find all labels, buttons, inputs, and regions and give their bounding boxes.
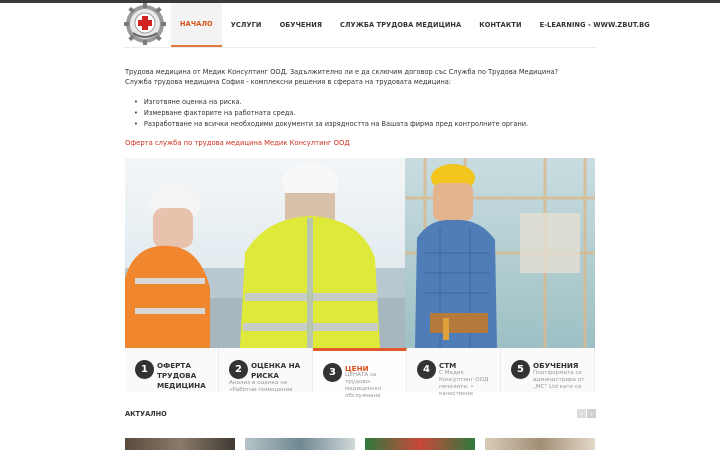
services-list: Изготвяне оценка на риска. Измерване фак… [134,97,528,130]
step-number: 3 [323,363,342,382]
step-trainings[interactable]: 5 ОБУЧЕНИЯ Платформата се администрира о… [501,348,595,392]
step-title: ОЦЕНКА НА РИСКА [251,361,301,380]
hero-image [125,158,595,348]
step-stm[interactable]: 4 СТМ С Медик Консултинг ООД печелите: •… [407,348,501,397]
step-number: 5 [511,360,530,379]
step-desc: Платформата се администрира от „МС" Ltd … [533,370,585,390]
company-logo[interactable] [124,3,166,45]
step-title: ОФЕРТА ТРУДОВА МЕДИЦИНА [157,361,206,390]
step-risk-assessment[interactable]: 2 ОЦЕНКА НА РИСКА Анализ и оценка на «Ра… [219,348,313,393]
step-desc: Анализ и оценка на «Работни помещения [229,380,293,393]
step-desc: ЦЕНАТА за трудово-медицинско обслужване [345,372,382,399]
intro-line-2: Служба трудова медицина София - комплекс… [125,78,452,86]
list-item: Измерване факторите на работната среда. [134,108,528,119]
offer-link[interactable]: Оферта служба по трудова медицина Медик … [125,139,350,147]
nav-contacts[interactable]: КОНТАКТИ [470,3,530,47]
nav-occupational-medicine[interactable]: СЛУЖБА ТРУДОВА МЕДИЦИНА [331,3,470,47]
news-thumb[interactable] [365,438,475,450]
step-prices[interactable]: 3 ЦЕНИ ЦЕНАТА за трудово-медицинско обсл… [313,348,407,399]
step-desc: С Медик Консултинг ООД печелите: • качес… [439,370,489,397]
nav-services[interactable]: УСЛУГИ [222,3,271,47]
news-thumb[interactable] [125,438,235,450]
nav-elearning[interactable]: E-LEARNING - WWW.ZBUT.BG [531,3,659,47]
nav-home[interactable]: НАЧАЛО [171,3,222,47]
list-item: Разработване на всички необходими докуме… [134,119,528,130]
nav-trainings[interactable]: ОБУЧЕНИЯ [271,3,331,47]
news-thumb[interactable] [245,438,355,450]
intro-text: Трудова медицина от Медик Консултинг ООД… [125,67,595,87]
news-thumbnails [125,438,595,450]
feature-steps: 1 ОФЕРТА ТРУДОВА МЕДИЦИНА 2 ОЦЕНКА НА РИ… [125,348,595,399]
step-number: 2 [229,360,248,379]
prev-arrow-icon[interactable]: ‹ [577,409,586,418]
step-number: 1 [135,360,154,379]
main-nav: НАЧАЛО УСЛУГИ ОБУЧЕНИЯ СЛУЖБА ТРУДОВА МЕ… [171,3,659,47]
next-arrow-icon[interactable]: › [587,409,596,418]
news-heading: АКТУАЛНО [125,410,167,418]
step-offer[interactable]: 1 ОФЕРТА ТРУДОВА МЕДИЦИНА [125,348,219,392]
intro-line-1: Трудова медицина от Медик Консултинг ООД… [125,68,559,76]
header-divider [124,47,596,48]
news-thumb[interactable] [485,438,595,450]
step-number: 4 [417,360,436,379]
list-item: Изготвяне оценка на риска. [134,97,528,108]
